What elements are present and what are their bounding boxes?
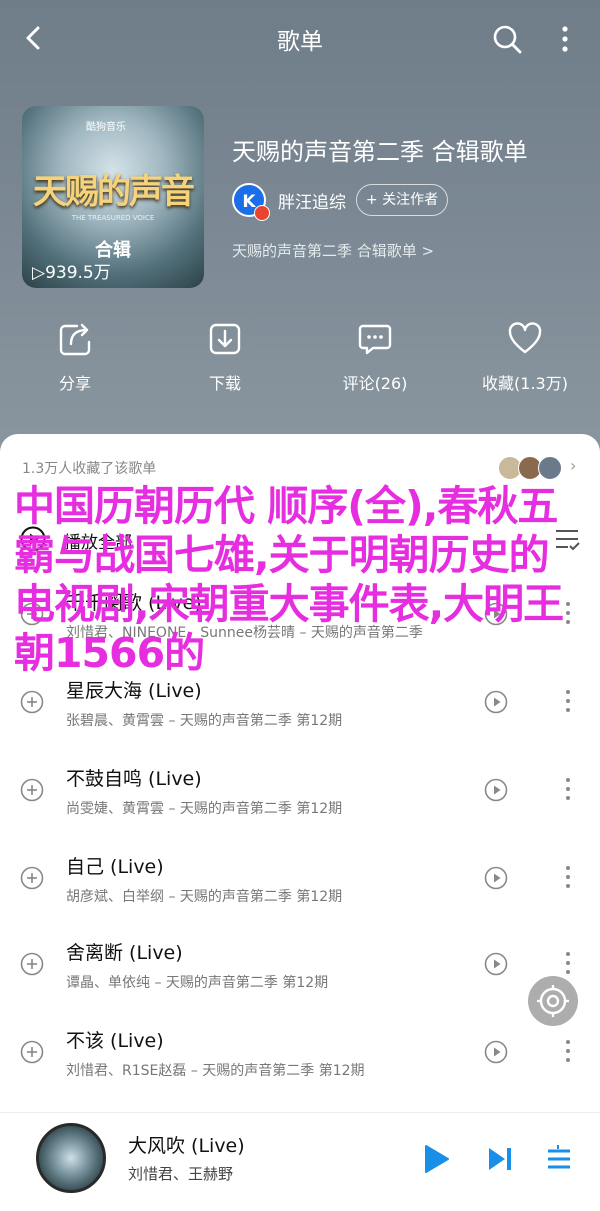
action-bar: 分享 下载 评论(26) 收藏(1.3万)	[0, 320, 600, 400]
playlist-queue-icon[interactable]	[546, 1143, 572, 1173]
song-meta: 谭晶、单依纯 – 天赐的声音第二季 第12期	[66, 975, 329, 991]
song-meta: 张碧晨、黄霄雲 – 天赐的声音第二季 第12期	[66, 713, 343, 729]
song-row[interactable]: 自己 (Live) 胡彦斌、白举纲 – 天赐的声音第二季 第12期	[0, 836, 600, 922]
share-label: 分享	[58, 374, 91, 393]
play-icon[interactable]	[422, 1143, 450, 1175]
share-button[interactable]: 分享	[0, 320, 150, 394]
song-title: 不该 (Live)	[66, 1030, 164, 1052]
favorite-label: 收藏(1.3万)	[482, 374, 568, 393]
cover-show-name: 天赐的声音	[33, 172, 195, 212]
add-circle-icon[interactable]	[20, 952, 44, 976]
play-count-icon: ▷	[32, 263, 46, 283]
more-options-icon[interactable]	[560, 774, 576, 804]
mini-player[interactable]: 大风吹 (Live) 刘惜君、王赫野	[0, 1112, 600, 1211]
favorites-count-text: 1.3万人收藏了该歌单	[22, 461, 157, 477]
more-options-icon[interactable]	[560, 686, 576, 716]
floating-recognize-button[interactable]	[528, 976, 578, 1026]
play-count-value: 939.5万	[45, 263, 111, 283]
song-meta: 刘惜君、R1SE赵磊 – 天赐的声音第二季 第12期	[66, 1063, 365, 1079]
add-circle-icon[interactable]	[20, 778, 44, 802]
more-vertical-icon[interactable]	[552, 22, 578, 56]
next-track-icon[interactable]	[486, 1143, 514, 1175]
add-circle-icon[interactable]	[20, 1040, 44, 1064]
cover-subtitle: THE TREASURED VOICE	[71, 214, 155, 222]
add-circle-icon[interactable]	[20, 690, 44, 714]
song-meta: 尚雯婕、黄霄雲 – 天赐的声音第二季 第12期	[66, 801, 343, 817]
mv-play-icon[interactable]	[484, 1040, 508, 1064]
song-meta: 胡彦斌、白举纲 – 天赐的声音第二季 第12期	[66, 889, 343, 905]
song-title: 舍离断 (Live)	[66, 942, 183, 964]
favorite-button[interactable]: 收藏(1.3万)	[450, 320, 600, 394]
more-options-icon[interactable]	[560, 1036, 576, 1066]
playlist-cover[interactable]: 酷狗音乐 天赐的声音 THE TREASURED VOICE 合辑 ▷939.5…	[22, 106, 204, 288]
mv-play-icon[interactable]	[484, 866, 508, 890]
heart-icon	[508, 322, 542, 354]
verified-badge-icon	[254, 205, 270, 221]
play-count: ▷939.5万	[32, 258, 111, 283]
chevron-right-icon[interactable]: ›	[570, 456, 576, 475]
search-icon[interactable]	[490, 22, 524, 56]
song-row[interactable]: 不鼓自鸣 (Live) 尚雯婕、黄霄雲 – 天赐的声音第二季 第12期	[0, 748, 600, 834]
more-options-icon[interactable]	[560, 862, 576, 892]
more-options-icon[interactable]	[560, 948, 576, 978]
playlist-title: 天赐的声音第二季 合辑歌单	[232, 138, 528, 166]
overlay-caption: 中国历朝历代 顺序(全),春秋五霸与战国七雄,关于明朝历史的电视剧,宋朝重大事件…	[14, 482, 564, 677]
top-bar: 歌单	[0, 0, 600, 78]
playlist-header: 歌单 酷狗音乐 天赐的声音 THE TREASURED VOICE 合辑 ▷93…	[0, 0, 600, 470]
mv-play-icon[interactable]	[484, 690, 508, 714]
song-row[interactable]: 舍离断 (Live) 谭晶、单依纯 – 天赐的声音第二季 第12期	[0, 922, 600, 1008]
mv-play-icon[interactable]	[484, 778, 508, 802]
follow-button[interactable]: + 关注作者	[356, 184, 448, 216]
song-title: 不鼓自鸣 (Live)	[66, 768, 202, 790]
now-playing-title: 大风吹 (Live)	[128, 1135, 245, 1157]
song-title: 星辰大海 (Live)	[66, 680, 202, 702]
download-icon	[209, 323, 241, 355]
download-label: 下载	[208, 374, 241, 393]
favoriter-avatars[interactable]	[498, 456, 562, 480]
comment-label: 评论(26)	[342, 374, 408, 393]
playlist-description[interactable]: 天赐的声音第二季 合辑歌单 >	[232, 240, 434, 261]
song-title: 自己 (Live)	[66, 856, 164, 878]
target-icon	[537, 985, 569, 1017]
share-icon	[59, 323, 91, 356]
mv-play-icon[interactable]	[484, 952, 508, 976]
song-row[interactable]: 不该 (Live) 刘惜君、R1SE赵磊 – 天赐的声音第二季 第12期	[0, 1010, 600, 1096]
cover-brand: 酷狗音乐	[86, 122, 126, 133]
creator-name[interactable]: 胖汪追综	[278, 188, 346, 213]
add-circle-icon[interactable]	[20, 866, 44, 890]
favoriter-avatar	[538, 456, 562, 480]
comment-button[interactable]: 评论(26)	[300, 320, 450, 394]
now-playing-artist: 刘惜君、王赫野	[128, 1165, 234, 1183]
now-playing-cover[interactable]	[36, 1123, 106, 1193]
comment-icon	[358, 324, 392, 355]
creator-avatar[interactable]: K	[232, 183, 270, 221]
download-button[interactable]: 下载	[150, 320, 300, 394]
